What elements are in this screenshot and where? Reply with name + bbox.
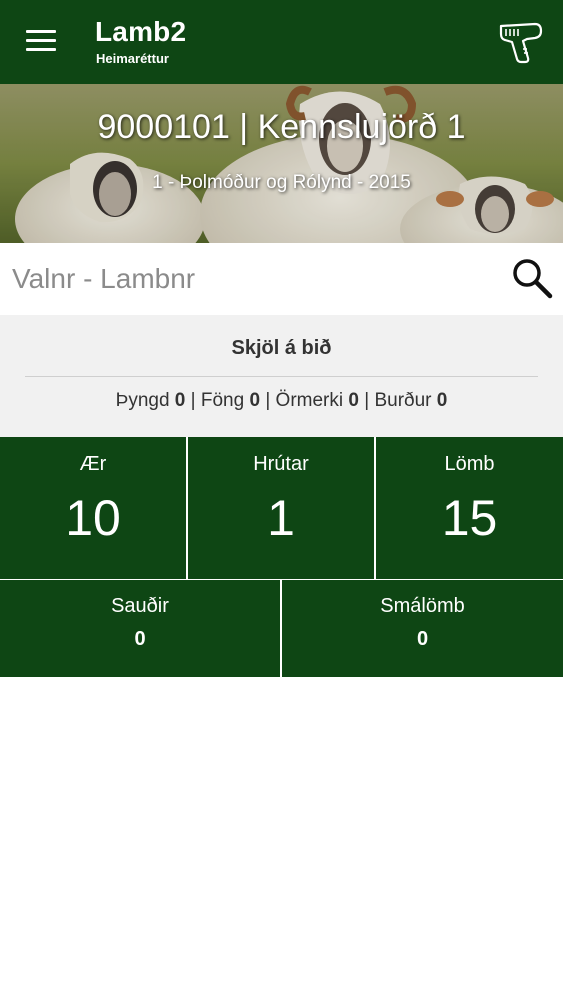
stat-value: 0 bbox=[416, 628, 429, 650]
search-bar bbox=[0, 243, 563, 315]
app-bar: Lamb2 Heimaréttur bbox=[0, 0, 563, 84]
stats-secondary: Sauðir 0 Smálömb 0 bbox=[0, 580, 563, 677]
stat-label: Smálömb bbox=[380, 595, 465, 617]
stats-primary: Ær 10 Hrútar 1 Lömb 15 bbox=[0, 437, 563, 579]
pending-title: Skjöl á bið bbox=[231, 337, 332, 359]
pending-counts: Þyngd 0 | Föng 0 | Örmerki 0 | Burður 0 bbox=[0, 390, 563, 412]
app-subtitle: Heimaréttur bbox=[96, 51, 169, 66]
separator: | bbox=[364, 390, 370, 411]
stat-rams[interactable]: Hrútar 1 bbox=[188, 437, 374, 579]
stat-lambs[interactable]: Lömb 15 bbox=[376, 437, 563, 579]
farm-subtitle: 1 - Þolmóður og Rólynd - 2015 bbox=[152, 172, 411, 193]
pending-count-matings: 0 bbox=[249, 390, 261, 411]
stat-small-lambs[interactable]: Smálömb 0 bbox=[282, 580, 563, 677]
stat-label: Sauðir bbox=[111, 595, 169, 617]
stat-wethers[interactable]: Sauðir 0 bbox=[0, 580, 280, 677]
pending-count-lambing: 0 bbox=[436, 390, 448, 411]
stat-ewes[interactable]: Ær 10 bbox=[0, 437, 186, 579]
stat-label: Lömb bbox=[444, 453, 495, 475]
stat-value: 15 bbox=[441, 490, 498, 546]
pending-label-lambing: Burður bbox=[374, 390, 432, 411]
pending-count-microchip: 0 bbox=[348, 390, 359, 411]
farm-title: 9000101 | Kennslujörð 1 bbox=[97, 108, 466, 146]
pending-documents-panel: Skjöl á bið Þyngd 0 | Föng 0 | Örmerki 0… bbox=[0, 315, 563, 437]
stat-label: Ær bbox=[79, 453, 107, 475]
stat-label: Hrútar bbox=[253, 453, 309, 475]
farm-banner: 9000101 | Kennslujörð 1 1 - Þolmóður og … bbox=[0, 84, 563, 243]
stat-value: 0 bbox=[134, 628, 146, 650]
app-title: Lamb2 bbox=[95, 16, 187, 47]
separator: | bbox=[190, 390, 196, 411]
stat-value: 1 bbox=[267, 490, 295, 546]
stat-value: 10 bbox=[65, 490, 121, 546]
pending-label-weight: Þyngd bbox=[115, 390, 170, 411]
search-input[interactable] bbox=[12, 257, 492, 301]
pending-count-weight: 0 bbox=[174, 390, 186, 411]
separator: | bbox=[265, 390, 271, 411]
search-icon[interactable] bbox=[510, 256, 554, 300]
barcode-scanner-icon[interactable] bbox=[497, 18, 545, 66]
pending-label-matings: Föng bbox=[200, 390, 245, 411]
divider bbox=[25, 376, 538, 377]
pending-label-microchip: Örmerki bbox=[275, 390, 344, 411]
hamburger-menu-icon[interactable] bbox=[26, 30, 56, 52]
